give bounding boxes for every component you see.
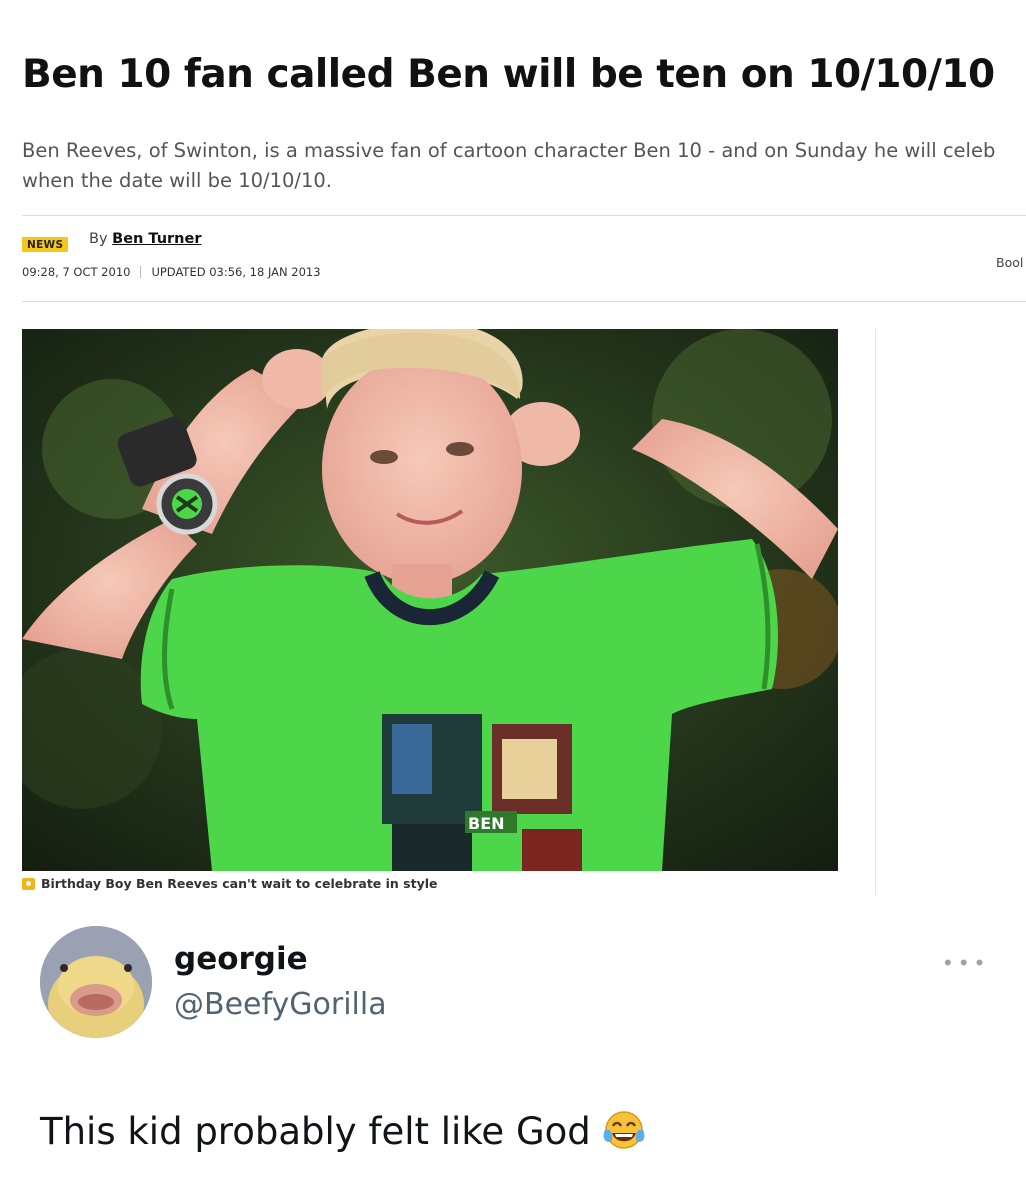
photo-illustration: BEN — [22, 329, 838, 871]
updated-date: UPDATED 03:56, 18 JAN 2013 — [151, 265, 321, 279]
photo-caption: Birthday Boy Ben Reeves can't wait to ce… — [22, 876, 438, 891]
tweet-author-name[interactable]: georgie — [174, 941, 308, 977]
divider-meta — [22, 301, 1026, 302]
section-badge[interactable]: NEWS — [22, 237, 69, 252]
author-link[interactable]: Ben Turner — [112, 231, 201, 247]
divider-top — [22, 215, 1026, 216]
article-dates: 09:28, 7 OCT 2010 UPDATED 03:56, 18 JAN 2… — [22, 265, 321, 279]
sidebar-divider — [875, 329, 876, 895]
tweet-author-handle[interactable]: @BeefyGorilla — [174, 987, 387, 1022]
avatar[interactable] — [40, 926, 152, 1038]
byline: By Ben Turner — [89, 231, 201, 247]
face-with-tears-of-joy-icon — [601, 1108, 647, 1159]
more-options-icon[interactable]: • • • — [944, 950, 984, 976]
article-photo[interactable]: BEN — [22, 329, 838, 871]
camera-icon — [22, 878, 35, 890]
tweet-text: This kid probably felt like God — [40, 1108, 647, 1159]
byline-prefix: By — [89, 231, 108, 247]
article-standfirst: Ben Reeves, of Swinton, is a massive fan… — [22, 136, 1026, 196]
shirt-logo-text: BEN — [468, 814, 505, 833]
tweet-text-content: This kid probably felt like God — [40, 1110, 591, 1153]
standfirst-line-2: when the date will be 10/10/10. — [22, 169, 332, 192]
duck-avatar-icon — [40, 926, 152, 1038]
date-separator — [140, 266, 142, 278]
bookmark-button[interactable]: Bool — [996, 255, 1023, 270]
article-headline: Ben 10 fan called Ben will be ten on 10/… — [22, 52, 995, 97]
standfirst-line-1: Ben Reeves, of Swinton, is a massive fan… — [22, 139, 996, 162]
published-date: 09:28, 7 OCT 2010 — [22, 265, 131, 279]
caption-text: Birthday Boy Ben Reeves can't wait to ce… — [41, 876, 438, 891]
